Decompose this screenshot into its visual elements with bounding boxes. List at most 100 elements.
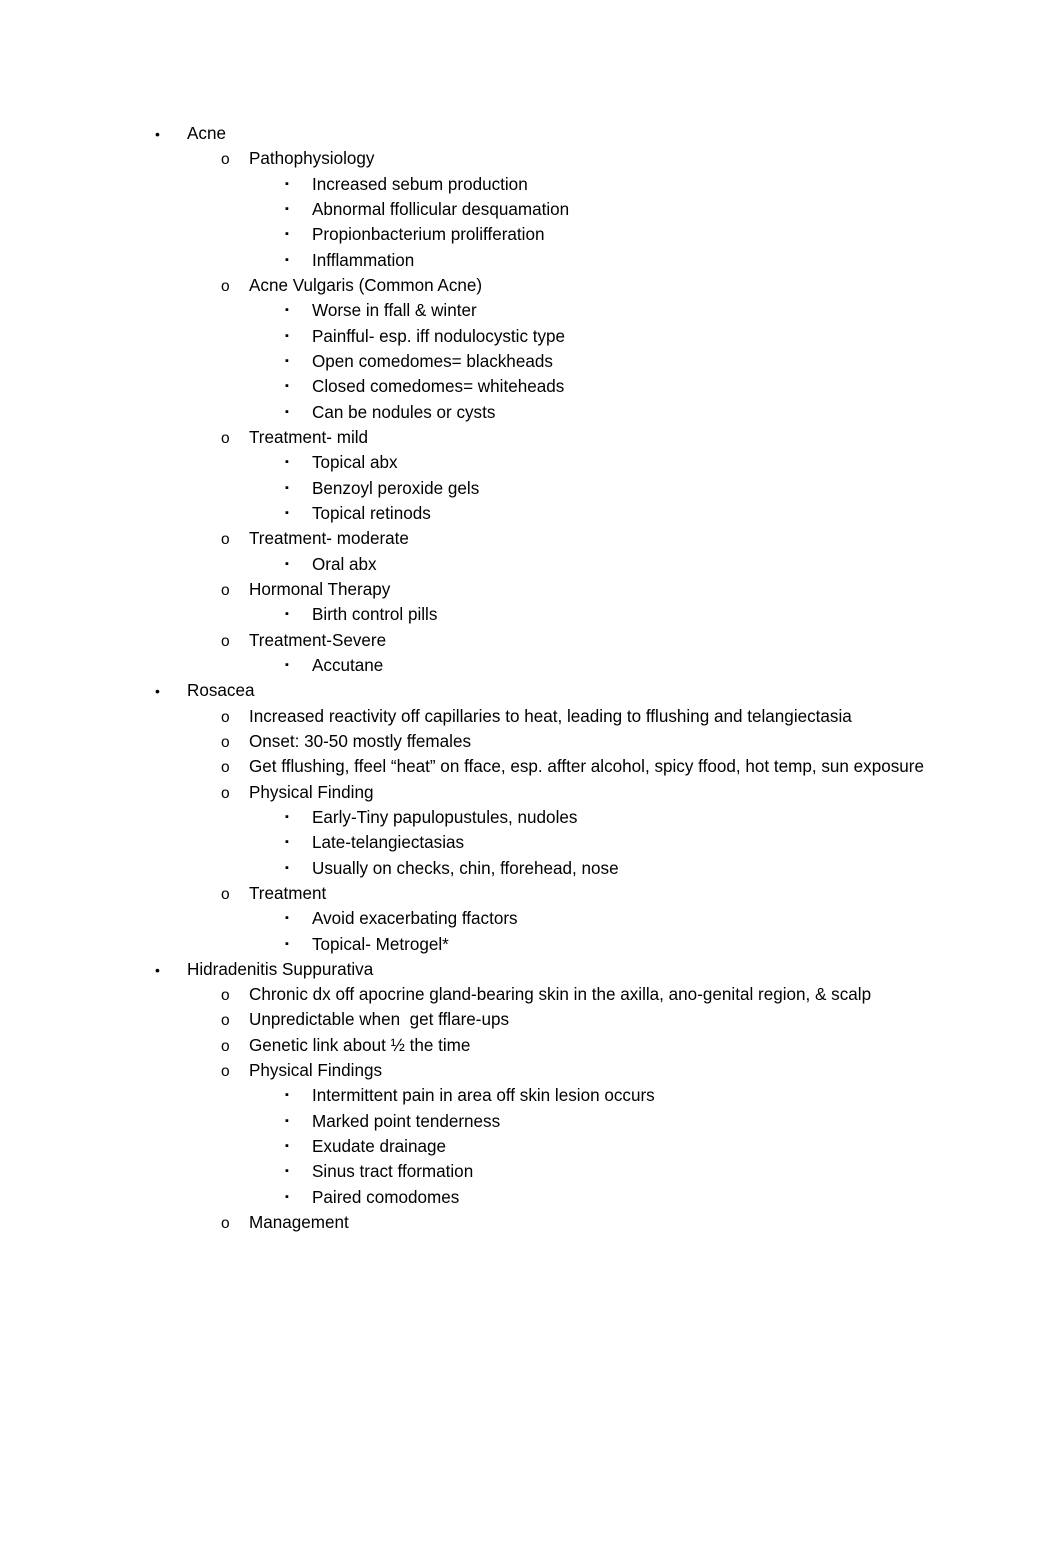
document-page: Acne Pathophysiology Increased sebum produ… [0,0,1062,1556]
outline-item-level-2: Treatment-Severe [0,628,1062,653]
bullet-circle-icon [221,1211,249,1236]
outline-item-label: Closed comedomes= whiteheads [312,377,565,397]
bullet-square-icon [285,932,312,957]
bullet-square-icon [285,197,312,222]
outline-item-level-2: Hormonal Therapy [0,577,1062,602]
bullet-square-icon [285,374,312,399]
outline-item-label: Can be nodules or cysts [312,402,496,422]
outline-item-level-2: Treatment- mild [0,425,1062,450]
outline-item-level-3: Infflammation [0,248,1062,273]
outline-item-label: Usually on checks, chin, fforehead, nose [312,858,619,878]
outline-item-level-2: Acne Vulgaris (Common Acne) [0,273,1062,298]
outline-item-level-3: Accutane [0,653,1062,678]
outline-item-level-2: Increased reactivity off capillaries to … [0,704,1062,729]
bullet-circle-icon [221,1059,249,1084]
bullet-square-icon [285,248,312,273]
outline-item-label: Treatment- mild [249,427,369,447]
bullet-circle-icon [221,1034,249,1059]
outline-item-label: Physical Findings [249,1061,383,1081]
bullet-circle-icon [221,578,249,603]
outline-item-level-3: Late-telangiectasias [0,830,1062,855]
outline-item-label: Avoid exacerbating ffactors [312,909,518,929]
outline-item-level-3: Painfful- esp. iff nodulocystic type [0,324,1062,349]
bullet-dot-icon [155,958,187,983]
bullet-dot-icon [155,679,187,704]
bullet-square-icon [285,400,312,425]
outline-item-label: Pathophysiology [249,149,375,169]
outline-list: Acne Pathophysiology Increased sebum produ… [0,0,1062,1235]
outline-item-label: Sinus tract fformation [312,1162,474,1182]
outline-item-level-3: Intermittent pain in area off skin lesio… [0,1083,1062,1108]
bullet-square-icon [285,856,312,881]
outline-item-label: Late-telangiectasias [312,833,465,853]
outline-item-level-3: Sinus tract fformation [0,1159,1062,1184]
outline-item-label: Intermittent pain in area off skin lesio… [312,1086,655,1106]
outline-item-label: Treatment- moderate [249,529,409,549]
outline-item-label: Physical Finding [249,782,374,802]
outline-item-label: Worse in ffall & winter [312,301,477,321]
outline-item-level-3: Topical abx [0,450,1062,475]
outline-item-label: Acne [187,124,226,143]
outline-item-label: Management [249,1213,349,1233]
bullet-circle-icon [221,730,249,755]
outline-item-level-3: Oral abx [0,552,1062,577]
bullet-circle-icon [221,705,249,730]
bullet-square-icon [285,1159,312,1184]
outline-item-level-3: Exudate drainage [0,1134,1062,1159]
outline-item-label: Paired comodomes [312,1187,460,1207]
bullet-square-icon [285,906,312,931]
outline-item-level-3: Increased sebum production [0,172,1062,197]
outline-item-label: Accutane [312,655,384,675]
outline-item-level-2: Get fflushing, ffeel “heat” on fface, es… [0,754,1062,779]
bullet-circle-icon [221,882,249,907]
outline-item-label: Acne Vulgaris (Common Acne) [249,275,483,295]
bullet-square-icon [285,805,312,830]
outline-item-level-3: Topical retinods [0,501,1062,526]
bullet-circle-icon [221,147,249,172]
outline-item-label: Propionbacterium prolifferation [312,225,545,245]
outline-item-level-1: Rosacea [0,678,1062,703]
outline-item-label: Hidradenitis Suppurativa [187,959,374,979]
outline-item-label: Early-Tiny papulopustules, nudoles [312,807,578,827]
bullet-square-icon [285,1185,312,1210]
bullet-square-icon [285,830,312,855]
outline-item-label: Topical- Metrogel* [312,934,449,954]
outline-item-label: Marked point tenderness [312,1111,501,1131]
outline-item-label: Increased reactivity off capillaries to … [249,706,852,726]
outline-item-label: Genetic link about ½ the time [249,1035,471,1055]
outline-item-level-3: Propionbacterium prolifferation [0,222,1062,247]
outline-item-level-2: Pathophysiology [0,146,1062,171]
outline-item-label: Exudate drainage [312,1137,447,1157]
bullet-square-icon [285,552,312,577]
outline-item-label: Oral abx [312,554,377,574]
outline-item-label: Treatment [249,883,327,903]
bullet-square-icon [285,653,312,678]
bullet-square-icon [285,476,312,501]
outline-item-level-3: Marked point tenderness [0,1109,1062,1134]
outline-item-level-2: Treatment [0,881,1062,906]
outline-item-label: Chronic dx off apocrine gland-bearing sk… [249,985,872,1005]
bullet-square-icon [285,450,312,475]
outline-item-label: Birth control pills [312,605,438,625]
outline-item-level-3: Closed comedomes= whiteheads [0,374,1062,399]
bullet-circle-icon [221,781,249,806]
bullet-square-icon [285,298,312,323]
outline-item-label: Get fflushing, ffeel “heat” on fface, es… [249,757,924,777]
outline-item-label: Hormonal Therapy [249,579,391,599]
bullet-square-icon [285,1083,312,1108]
outline-item-label: Benzoyl peroxide gels [312,478,480,498]
bullet-circle-icon [221,755,249,780]
outline-item-label: Treatment-Severe [249,630,387,650]
outline-item-label: Onset: 30-50 mostly ffemales [249,731,472,751]
outline-item-level-3: Avoid exacerbating ffactors [0,906,1062,931]
outline-item-level-3: Early-Tiny papulopustules, nudoles [0,805,1062,830]
bullet-square-icon [285,172,312,197]
outline-item-level-1: Hidradenitis Suppurativa [0,957,1062,982]
outline-item-level-2: Management [0,1210,1062,1235]
outline-item-level-1: Acne [0,121,1062,146]
bullet-circle-icon [221,629,249,654]
outline-item-label: Painfful- esp. iff nodulocystic type [312,326,566,346]
bullet-square-icon [285,349,312,374]
outline-item-level-2: Onset: 30-50 mostly ffemales [0,729,1062,754]
outline-item-level-3: Worse in ffall & winter [0,298,1062,323]
